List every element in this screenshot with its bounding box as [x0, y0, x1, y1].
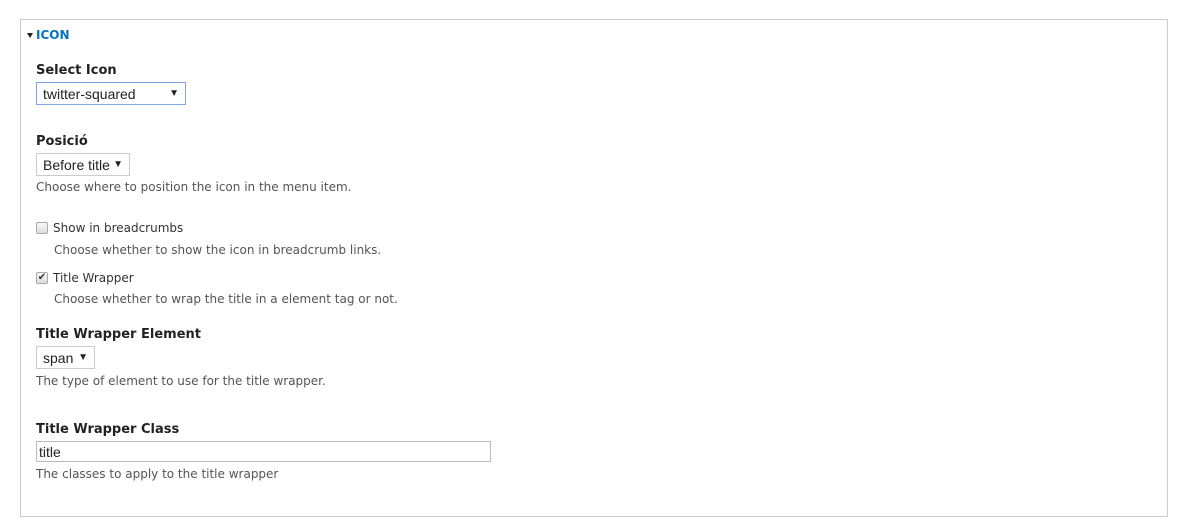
title-wrapper-checkbox[interactable]: ✔ [36, 272, 48, 284]
title-wrapper-description: Choose whether to wrap the title in a el… [54, 292, 398, 306]
show-breadcrumbs-label[interactable]: Show in breadcrumbs [53, 221, 183, 235]
position-dropdown[interactable]: Before title ▼ [36, 153, 130, 176]
dropdown-arrow-icon: ▼ [113, 159, 123, 170]
fieldset-legend: ICON [36, 28, 70, 42]
position-label: Posició [36, 134, 88, 149]
show-breadcrumbs-checkbox[interactable] [36, 222, 48, 234]
position-value: Before title [43, 156, 110, 173]
title-wrapper-class-value: title [39, 443, 61, 460]
show-breadcrumbs-description: Choose whether to show the icon in bread… [54, 243, 382, 257]
select-icon-value: twitter-squared [43, 85, 136, 102]
select-icon-dropdown[interactable]: twitter-squared ▼ [36, 82, 186, 105]
title-wrapper-element-description: The type of element to use for the title… [36, 374, 326, 388]
fieldset-toggle[interactable]: ICON [27, 28, 70, 42]
title-wrapper-element-dropdown[interactable]: span ▼ [36, 346, 95, 369]
title-wrapper-element-label: Title Wrapper Element [36, 327, 201, 342]
caret-down-icon [27, 32, 33, 38]
title-wrapper-label[interactable]: Title Wrapper [53, 271, 134, 285]
dropdown-arrow-icon: ▼ [78, 352, 88, 363]
title-wrapper-class-description: The classes to apply to the title wrappe… [36, 467, 279, 481]
title-wrapper-element-value: span [43, 349, 74, 366]
title-wrapper-class-input[interactable]: title [36, 441, 491, 462]
check-icon: ✔ [37, 272, 47, 283]
position-description: Choose where to position the icon in the… [36, 180, 352, 194]
select-icon-label: Select Icon [36, 63, 117, 78]
dropdown-arrow-icon: ▼ [169, 88, 179, 99]
title-wrapper-class-label: Title Wrapper Class [36, 422, 180, 437]
